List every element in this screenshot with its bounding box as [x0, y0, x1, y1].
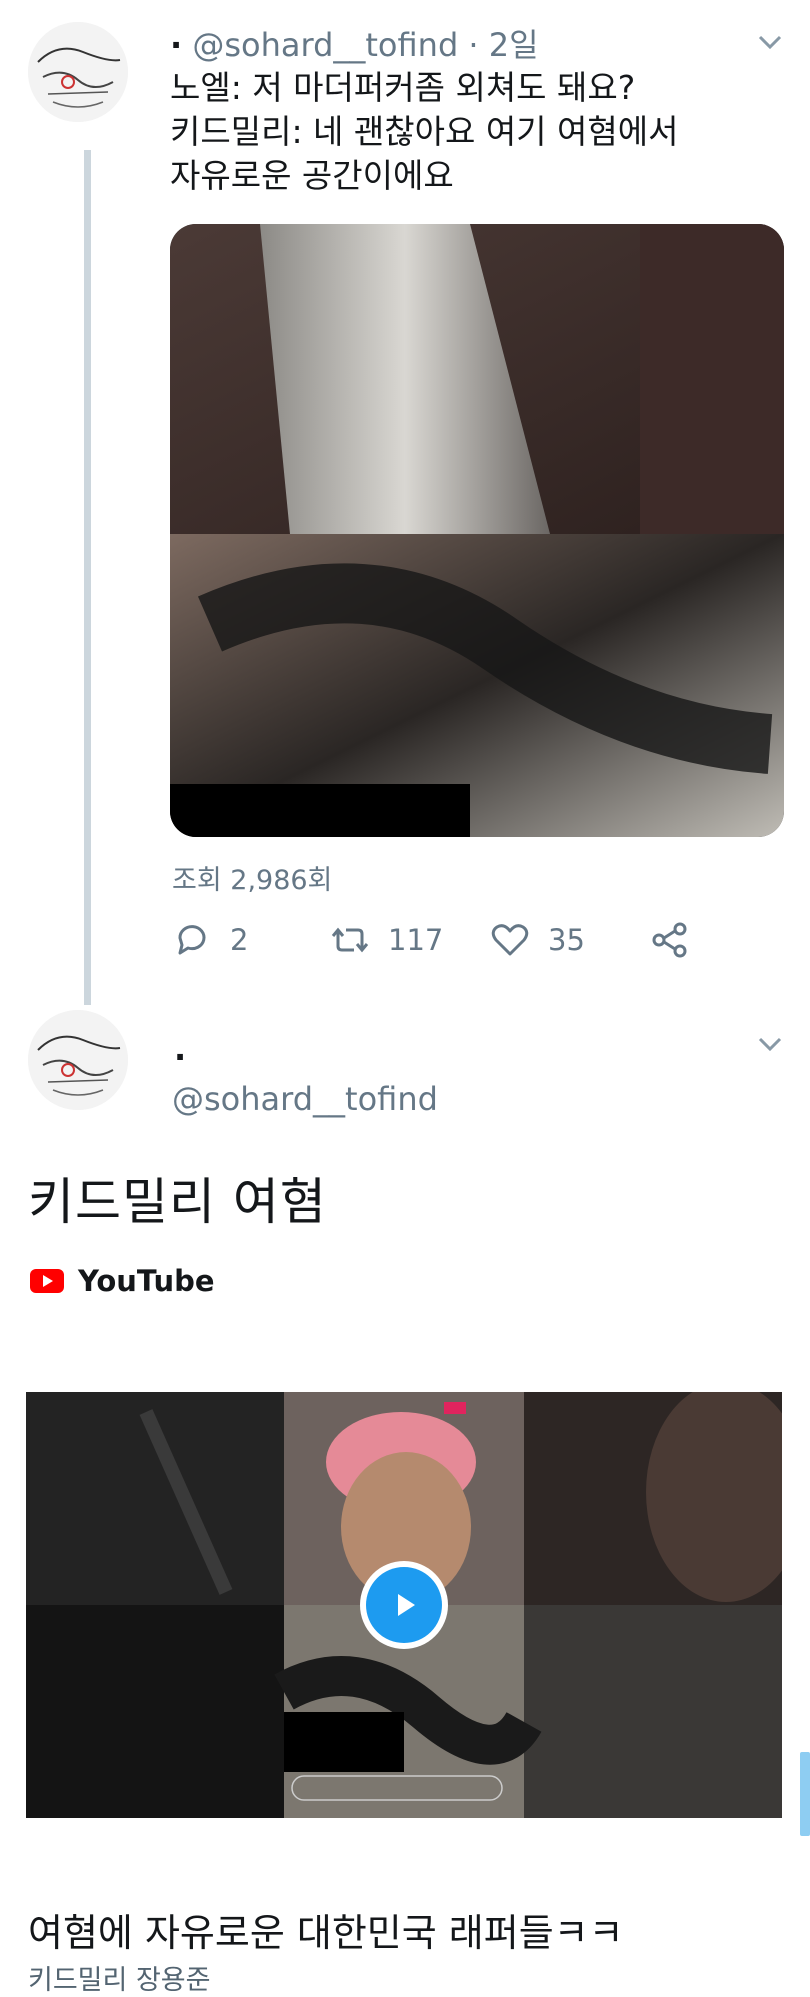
- heart-icon: [491, 924, 529, 956]
- retweet-count: 117: [388, 923, 444, 957]
- retweet-icon: [331, 927, 369, 953]
- thread-connector-line: [84, 150, 91, 1005]
- post-caption: 여혐에 자유로운 대한민국 래퍼들ㅋㅋ: [28, 1911, 624, 1955]
- share-button[interactable]: [650, 920, 690, 960]
- tweet-line: 자유로운 공간이에요: [170, 156, 454, 195]
- tweet-handle[interactable]: @sohard__tofind: [192, 26, 458, 64]
- tweet-handle[interactable]: @sohard__tofind: [172, 1080, 438, 1118]
- retweet-button[interactable]: 117: [330, 920, 443, 960]
- tweet-line: 키드밀리: 네 괜찮아요 여기 여혐에서: [170, 112, 679, 151]
- youtube-video-embed[interactable]: [26, 1392, 782, 1818]
- avatar-sketch-icon: [28, 1010, 128, 1110]
- scrollbar-thumb[interactable]: [800, 1752, 810, 1836]
- separator: ·: [468, 26, 479, 64]
- play-button-fill: [366, 1567, 442, 1643]
- play-icon: [398, 1594, 415, 1616]
- tweet-header: · @sohard__tofind · 2일: [170, 26, 539, 64]
- like-count: 35: [548, 923, 585, 957]
- tweet-time[interactable]: 2일: [489, 26, 539, 64]
- avatar[interactable]: [28, 1010, 128, 1110]
- avatar[interactable]: [28, 22, 128, 122]
- chevron-down-icon[interactable]: [756, 28, 784, 56]
- reply-icon: [178, 925, 206, 955]
- share-icon: [652, 922, 687, 958]
- chevron-down-icon[interactable]: [756, 1030, 784, 1058]
- display-name[interactable]: .: [174, 1030, 186, 1068]
- tweet-title: 키드밀리 여혐: [28, 1173, 327, 1231]
- tweet-video[interactable]: [170, 224, 784, 837]
- youtube-logo-icon: [30, 1269, 64, 1293]
- view-count: 조회 2,986회: [172, 865, 333, 896]
- reply-count: 2: [230, 923, 249, 957]
- tweet-body: 노엘: 저 마더퍼커좀 외쳐도 돼요? 키드밀리: 네 괜찮아요 여기 여혐에서…: [170, 66, 770, 198]
- source-label: YouTube: [78, 1264, 215, 1298]
- video-frame-image: [170, 224, 784, 837]
- tweet-line: 노엘: 저 마더퍼커좀 외쳐도 돼요?: [170, 68, 636, 107]
- play-button[interactable]: [360, 1561, 448, 1649]
- like-button[interactable]: 35: [490, 920, 585, 960]
- youtube-source[interactable]: YouTube: [30, 1264, 215, 1298]
- avatar-sketch-icon: [28, 22, 128, 122]
- reply-button[interactable]: 2: [172, 920, 248, 960]
- post-subcaption: 키드밀리 장용준: [28, 1965, 211, 1996]
